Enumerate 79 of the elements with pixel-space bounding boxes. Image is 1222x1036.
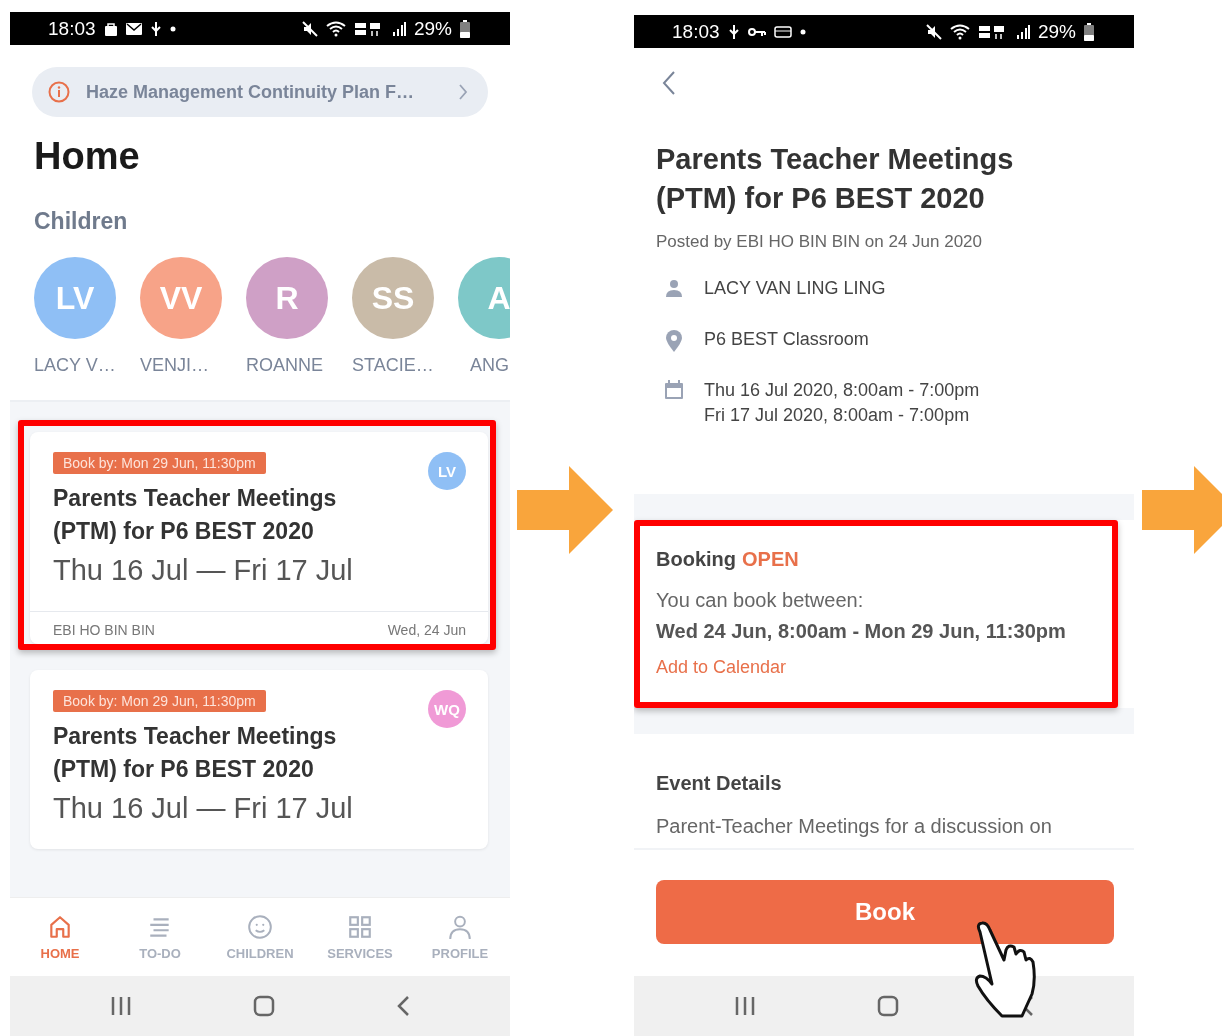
child-avatar[interactable]: SS	[352, 257, 434, 339]
signal-icon	[391, 21, 406, 36]
hand-pointer-icon	[972, 920, 1038, 1020]
child-name: ANG	[470, 355, 510, 376]
event-description: Parent-Teacher Meetings for a discussion on	[656, 815, 1053, 838]
key-icon	[747, 26, 766, 37]
home-icon	[47, 913, 73, 940]
usb-icon	[149, 21, 162, 36]
nav-tab[interactable]: CHILDREN	[215, 913, 305, 961]
posted-by-text: Posted by EBI HO BIN BIN on 24 Jun 2020	[656, 232, 983, 252]
mute-icon	[925, 23, 942, 40]
book-button[interactable]: Book	[656, 880, 1114, 944]
event-info-text: P6 BEST Classroom	[704, 328, 869, 351]
child-avatar[interactable]: LV	[34, 257, 116, 339]
event-dates: Thu 16 Jul — Fri 17 Jul	[53, 554, 353, 587]
child-avatar[interactable]: A	[458, 257, 510, 339]
child-avatar: WQ	[428, 690, 466, 728]
mute-icon	[301, 20, 318, 37]
event-info-text: Thu 16 Jul 2020, 8:00am - 7:00pm	[704, 379, 980, 402]
notice-banner[interactable]: Haze Management Continuity Plan F…	[32, 67, 488, 117]
section-heading: Event Details	[656, 772, 783, 795]
event-dates: Thu 16 Jul — Fri 17 Jul	[53, 792, 353, 825]
dot-icon	[799, 28, 806, 35]
calendar-icon	[664, 380, 684, 400]
event-info-text: LACY VAN LING LING	[704, 277, 886, 300]
nav-tab[interactable]: SERVICES	[315, 913, 405, 961]
page-title: Home	[34, 135, 141, 178]
event-info-text: Fri 17 Jul 2020, 8:00am - 7:00pm	[704, 404, 971, 427]
home-button-icon[interactable]	[253, 995, 275, 1017]
nav-tab[interactable]: PROFILE	[415, 913, 505, 961]
child-avatar[interactable]: R	[246, 257, 328, 339]
wifi-icon	[325, 20, 346, 37]
home-button-icon[interactable]	[877, 995, 899, 1017]
event-title: Parents Teacher Meetings (PTM) for P6 BEST 2020	[53, 484, 338, 546]
smiley-icon	[247, 913, 273, 940]
signal-icon	[1015, 24, 1030, 39]
battery-icon	[460, 19, 470, 38]
battery-icon	[1084, 22, 1094, 41]
info-icon	[48, 81, 70, 103]
event-card[interactable]: Book by: Mon 29 Jun, 11:30pm Parents Teacher Meetings (PTM) for P6 BEST 2020 Thu 16 Jul — Fri 17 Jul LV EBI HO BIN BIN Wed, 24 Jun	[30, 432, 488, 644]
battery-percentage: 29%	[413, 17, 452, 40]
event-author: EBI HO BIN BIN	[53, 622, 155, 638]
child-name: LACY V…	[34, 355, 116, 376]
status-time: 18:03	[672, 20, 720, 43]
booking-status: OPEN	[742, 548, 799, 571]
event-title: Parents Teacher Meetings (PTM) for P6 BEST 2020	[53, 722, 338, 784]
dot-icon	[169, 25, 176, 32]
child-name: ROANNE	[246, 355, 324, 376]
booking-label: Booking	[656, 548, 736, 571]
booking-window-text: Wed 24 Jun, 8:00am - Mon 29 Jun, 11:30pm	[656, 620, 1067, 643]
deadline-tag: Book by: Mon 29 Jun, 11:30pm	[53, 452, 266, 474]
section-heading: Children	[34, 208, 129, 235]
grid-icon	[347, 913, 373, 940]
recent-apps-icon[interactable]	[110, 996, 133, 1016]
person-icon	[447, 913, 473, 940]
posted-date: Wed, 24 Jun	[387, 622, 466, 638]
card-icon	[773, 25, 792, 38]
usb-icon	[727, 24, 740, 39]
notice-text: Haze Management Continuity Plan F…	[86, 81, 416, 103]
nav-tab[interactable]: HOME	[15, 913, 105, 961]
deadline-tag: Book by: Mon 29 Jun, 11:30pm	[53, 690, 266, 712]
battery-percentage: 29%	[1037, 20, 1076, 43]
booking-intro-text: You can book between:	[656, 589, 865, 612]
wifi-icon	[949, 23, 970, 40]
mail-icon	[125, 22, 142, 35]
shopping-bag-icon	[103, 21, 118, 36]
child-avatar[interactable]: VV	[140, 257, 222, 339]
recent-apps-icon[interactable]	[734, 996, 757, 1016]
event-title: Parents Teacher Meetings (PTM) for P6 BEST 2020	[656, 142, 1015, 216]
add-to-calendar-link[interactable]: Add to Calendar	[656, 657, 787, 678]
child-avatar: LV	[428, 452, 466, 490]
event-card[interactable]: Book by: Mon 29 Jun, 11:30pm Parents Teacher Meetings (PTM) for P6 BEST 2020 Thu 16 Jul — Fri 17 Jul WQ	[30, 670, 488, 849]
status-time: 18:03	[48, 17, 96, 40]
nav-tab[interactable]: TO-DO	[115, 913, 205, 961]
chevron-right-icon	[458, 83, 468, 101]
child-name: VENJI…	[140, 355, 210, 376]
child-name: STACIE…	[352, 355, 434, 376]
person-icon	[664, 278, 684, 298]
location-pin-icon	[664, 329, 684, 353]
